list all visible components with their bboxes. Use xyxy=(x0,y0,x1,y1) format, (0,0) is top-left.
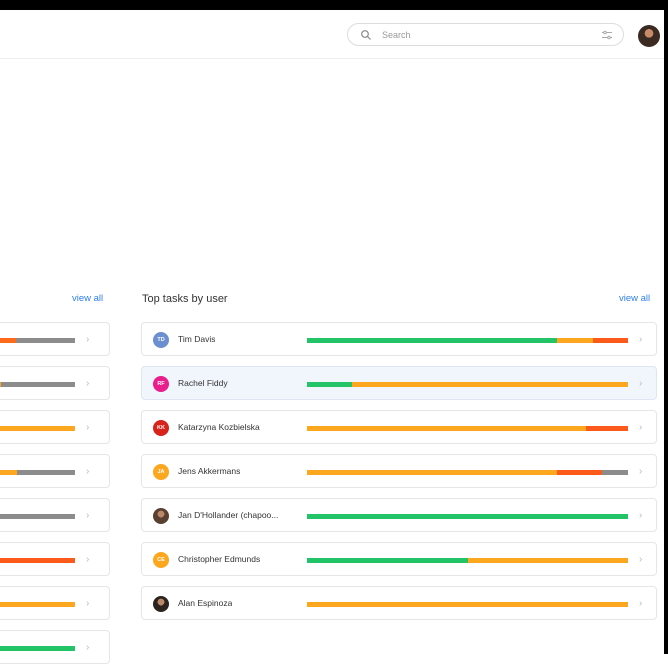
chevron-right-icon: › xyxy=(86,334,90,345)
task-progress-bar xyxy=(307,602,628,607)
filter-icon[interactable] xyxy=(601,30,613,40)
chevron-right-icon: › xyxy=(86,554,90,565)
task-progress-bar xyxy=(0,338,75,343)
window-border-right xyxy=(664,0,668,654)
chevron-right-icon: › xyxy=(86,466,90,477)
right-view-all-link[interactable]: view all xyxy=(619,293,650,304)
left-view-all-link[interactable]: view all xyxy=(72,293,103,304)
chevron-right-icon: › xyxy=(639,598,643,609)
task-progress-bar xyxy=(307,470,628,475)
task-progress-bar xyxy=(0,470,75,475)
progress-segment xyxy=(592,338,628,343)
left-list-row[interactable]: › xyxy=(0,542,110,576)
task-progress-bar xyxy=(307,558,628,563)
progress-segment xyxy=(307,470,558,475)
task-progress-bar xyxy=(0,426,75,431)
progress-segment xyxy=(307,558,468,563)
user-avatar-small: TD xyxy=(153,332,169,348)
progress-segment xyxy=(0,602,75,607)
progress-segment xyxy=(0,558,75,563)
progress-segment xyxy=(307,338,558,343)
chevron-right-icon: › xyxy=(86,422,90,433)
progress-segment xyxy=(467,558,628,563)
progress-segment xyxy=(307,426,587,431)
progress-segment xyxy=(307,382,352,387)
task-progress-bar xyxy=(307,426,628,431)
header-divider xyxy=(0,58,664,59)
user-task-row[interactable]: TD Tim Davis › xyxy=(141,322,657,356)
left-list-row[interactable]: › xyxy=(0,454,110,488)
chevron-right-icon: › xyxy=(639,422,643,433)
progress-segment xyxy=(307,514,628,519)
progress-segment xyxy=(17,470,75,475)
user-avatar-small: JA xyxy=(153,464,169,480)
progress-segment xyxy=(557,470,603,475)
left-list-row[interactable]: › xyxy=(0,630,110,664)
user-task-row[interactable]: Alan Espinoza › xyxy=(141,586,657,620)
window-border-top xyxy=(0,0,668,10)
progress-segment xyxy=(602,470,628,475)
user-name: Tim Davis xyxy=(178,334,216,344)
user-name: Jan D'Hollander (chapoo... xyxy=(178,510,279,520)
user-name: Rachel Fiddy xyxy=(178,378,228,388)
task-progress-bar xyxy=(307,338,628,343)
chevron-right-icon: › xyxy=(639,378,643,389)
user-name: Katarzyna Kozbielska xyxy=(178,422,260,432)
task-progress-bar xyxy=(0,558,75,563)
user-task-row[interactable]: KK Katarzyna Kozbielska › xyxy=(141,410,657,444)
search-box[interactable] xyxy=(347,23,624,46)
left-list-row[interactable]: › xyxy=(0,410,110,444)
user-avatar-small xyxy=(153,596,169,612)
progress-segment xyxy=(307,602,628,607)
progress-segment xyxy=(0,646,75,651)
user-task-row[interactable]: RF Rachel Fiddy › xyxy=(141,366,657,400)
user-avatar-small xyxy=(153,508,169,524)
task-progress-bar xyxy=(307,382,628,387)
user-name: Jens Akkermans xyxy=(178,466,241,476)
user-task-row[interactable]: Jan D'Hollander (chapoo... › xyxy=(141,498,657,532)
chevron-right-icon: › xyxy=(86,378,90,389)
task-progress-bar xyxy=(0,646,75,651)
progress-segment xyxy=(351,382,628,387)
task-progress-bar xyxy=(0,514,75,519)
user-avatar-small: RF xyxy=(153,376,169,392)
left-list-row[interactable]: › xyxy=(0,586,110,620)
user-name: Christopher Edmunds xyxy=(178,554,261,564)
progress-segment xyxy=(557,338,593,343)
chevron-right-icon: › xyxy=(86,598,90,609)
left-list-row[interactable]: › xyxy=(0,366,110,400)
chevron-right-icon: › xyxy=(639,334,643,345)
task-progress-bar xyxy=(0,602,75,607)
chevron-right-icon: › xyxy=(86,510,90,521)
chevron-right-icon: › xyxy=(86,642,90,653)
task-progress-bar xyxy=(307,514,628,519)
progress-segment xyxy=(0,514,75,519)
user-avatar-small: KK xyxy=(153,420,169,436)
left-list-row[interactable]: › xyxy=(0,322,110,356)
user-name: Alan Espinoza xyxy=(178,598,233,608)
progress-segment xyxy=(0,470,18,475)
chevron-right-icon: › xyxy=(639,554,643,565)
search-input[interactable] xyxy=(382,27,582,42)
search-icon xyxy=(361,30,371,40)
chevron-right-icon: › xyxy=(639,510,643,521)
progress-segment xyxy=(0,382,75,387)
user-task-row[interactable]: JA Jens Akkermans › xyxy=(141,454,657,488)
user-avatar-small: CE xyxy=(153,552,169,568)
task-progress-bar xyxy=(0,382,75,387)
user-avatar[interactable] xyxy=(638,25,660,47)
top-tasks-title: Top tasks by user xyxy=(142,293,228,305)
user-task-row[interactable]: CE Christopher Edmunds › xyxy=(141,542,657,576)
progress-segment xyxy=(15,338,75,343)
left-list-row[interactable]: › xyxy=(0,498,110,532)
progress-segment xyxy=(0,338,16,343)
progress-segment xyxy=(0,426,75,431)
progress-segment xyxy=(586,426,628,431)
chevron-right-icon: › xyxy=(639,466,643,477)
